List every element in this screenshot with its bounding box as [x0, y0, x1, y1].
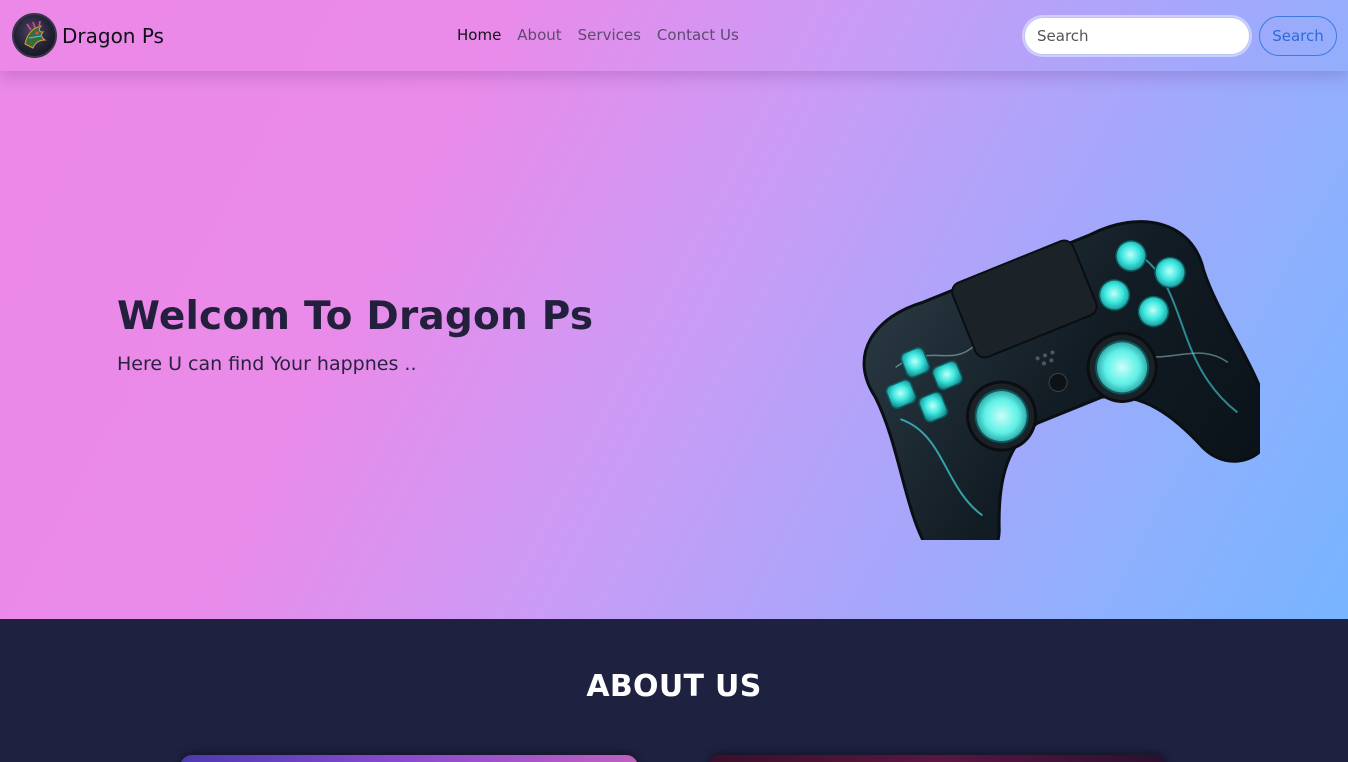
about-section: ABOUT US: [0, 619, 1348, 762]
brand[interactable]: Dragon Ps: [12, 13, 164, 58]
page: Dragon Ps Home About Services Contact Us…: [0, 0, 1348, 762]
nav-link-home[interactable]: Home: [457, 26, 501, 44]
dragon-logo-icon[interactable]: [12, 13, 57, 58]
nav-link-about[interactable]: About: [517, 26, 561, 44]
nav-link-services[interactable]: Services: [578, 26, 641, 44]
about-title: ABOUT US: [586, 669, 762, 704]
brand-name[interactable]: Dragon Ps: [62, 24, 164, 48]
search-button[interactable]: Search: [1259, 16, 1337, 56]
dragon-head-icon: [23, 20, 47, 49]
game-controller-image: [862, 220, 1260, 540]
search-input[interactable]: [1024, 17, 1250, 55]
about-card-image: [180, 755, 638, 762]
navbar: Dragon Ps Home About Services Contact Us…: [0, 0, 1348, 71]
hero-subtitle: Here U can find Your happnes ..: [117, 353, 417, 375]
about-card-image: [708, 755, 1166, 762]
nav-link-contact-us[interactable]: Contact Us: [657, 26, 739, 44]
nav-links: Home About Services Contact Us: [457, 26, 755, 44]
hero-title: Welcom To Dragon Ps: [117, 294, 594, 339]
